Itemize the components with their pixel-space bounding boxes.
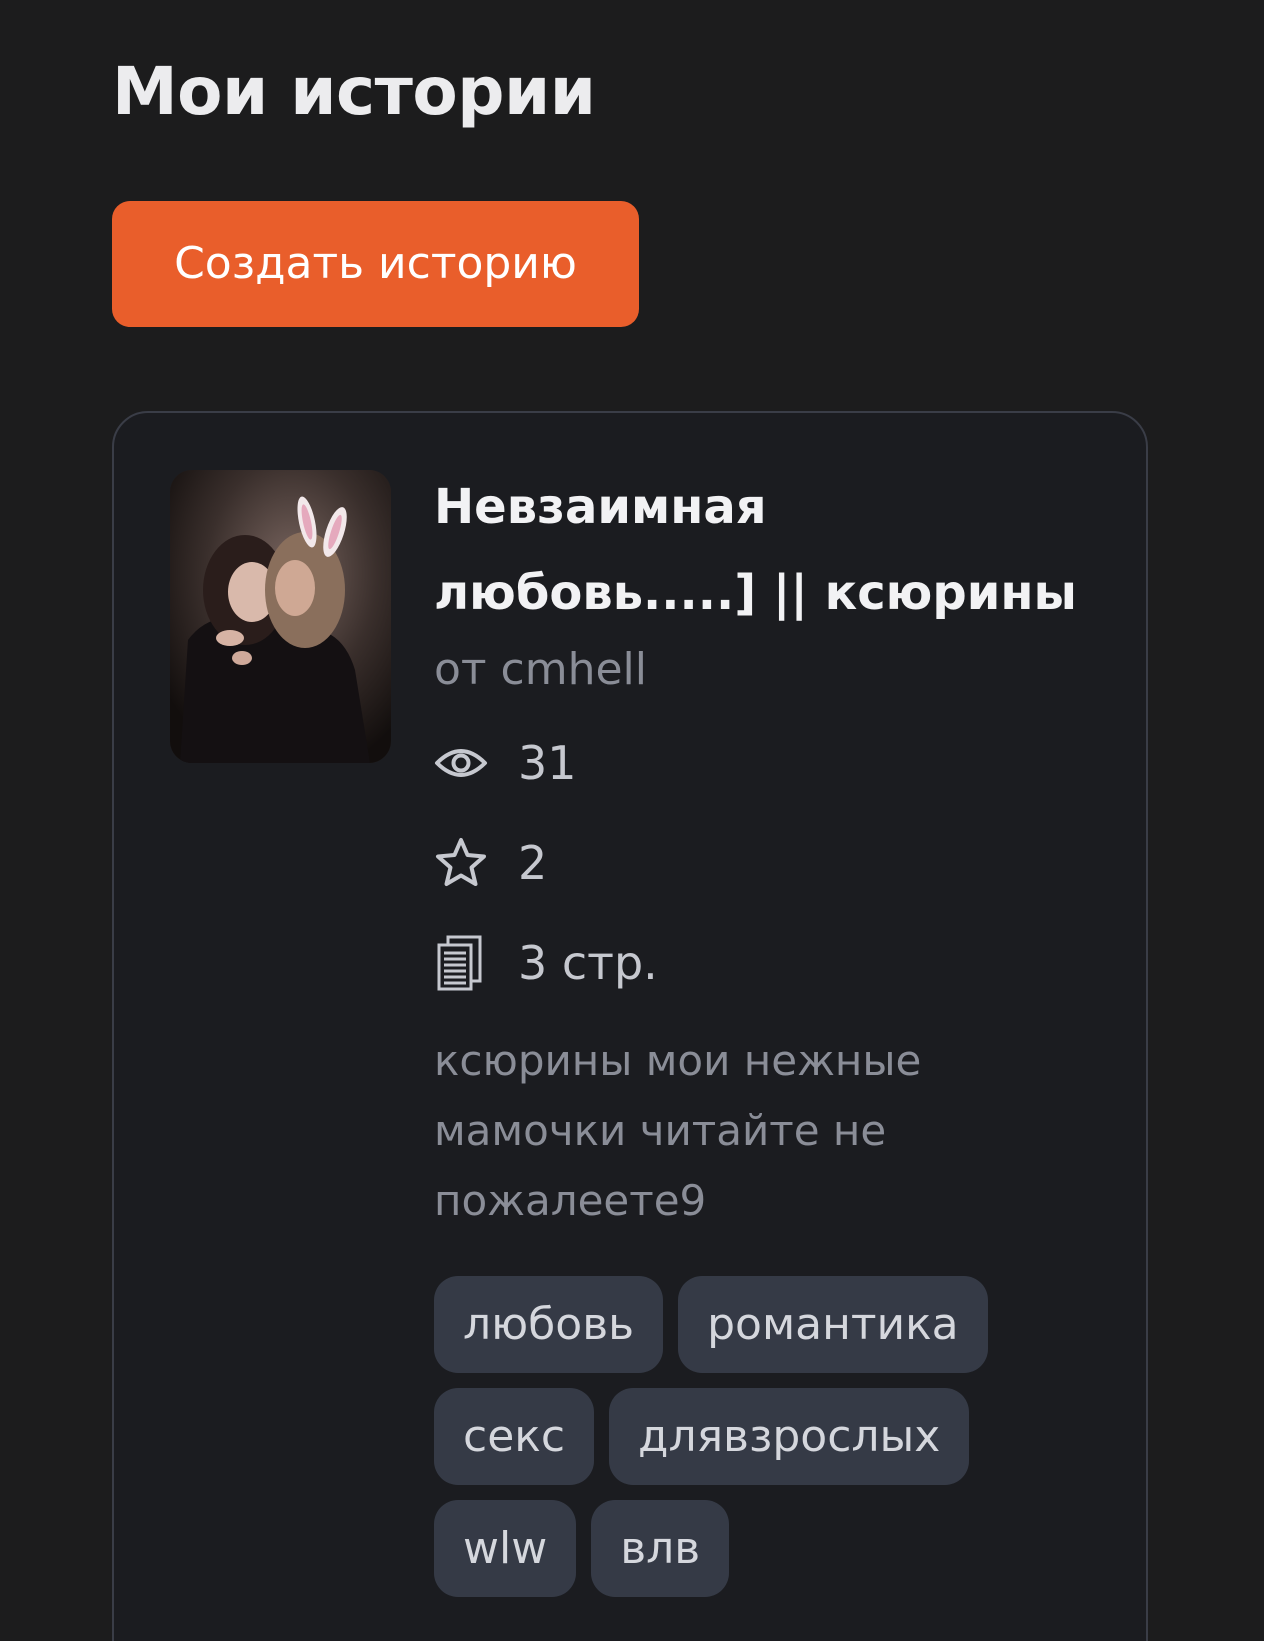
tag-chip[interactable]: секс — [434, 1388, 595, 1485]
page: Мои истории Создать историю Невзаимная л… — [0, 0, 1264, 1641]
views-stat: 31 — [434, 733, 1084, 793]
cover-photo-illustration — [170, 470, 391, 763]
story-author[interactable]: от cmhell — [434, 640, 1084, 700]
eye-icon — [434, 735, 490, 791]
tag-chip[interactable]: любовь — [434, 1276, 664, 1373]
story-info: Невзаимная любовь.....] || ксюрины от cm… — [434, 470, 1084, 1597]
stars-count: 2 — [518, 836, 548, 890]
stars-stat: 2 — [434, 833, 1084, 893]
tag-chip[interactable]: влв — [591, 1500, 730, 1597]
create-story-button[interactable]: Создать историю — [112, 201, 639, 327]
story-tags: любовь романтика секс длявзрослых wlw вл… — [434, 1276, 1054, 1597]
story-title[interactable]: Невзаимная любовь.....] || ксюрины — [434, 464, 1084, 636]
tag-chip[interactable]: романтика — [678, 1276, 988, 1373]
pages-count: 3 стр. — [518, 936, 658, 990]
views-count: 31 — [518, 736, 577, 790]
star-icon — [434, 835, 490, 891]
pages-stat: 3 стр. — [434, 933, 1084, 993]
page-title: Мои истории — [112, 53, 596, 130]
story-description: ксюрины мои нежные мамочки читайте не по… — [434, 1036, 922, 1225]
pages-icon — [434, 935, 490, 991]
story-cover-image[interactable] — [170, 470, 391, 763]
tag-chip[interactable]: длявзрослых — [609, 1388, 970, 1485]
tag-chip[interactable]: wlw — [434, 1500, 577, 1597]
